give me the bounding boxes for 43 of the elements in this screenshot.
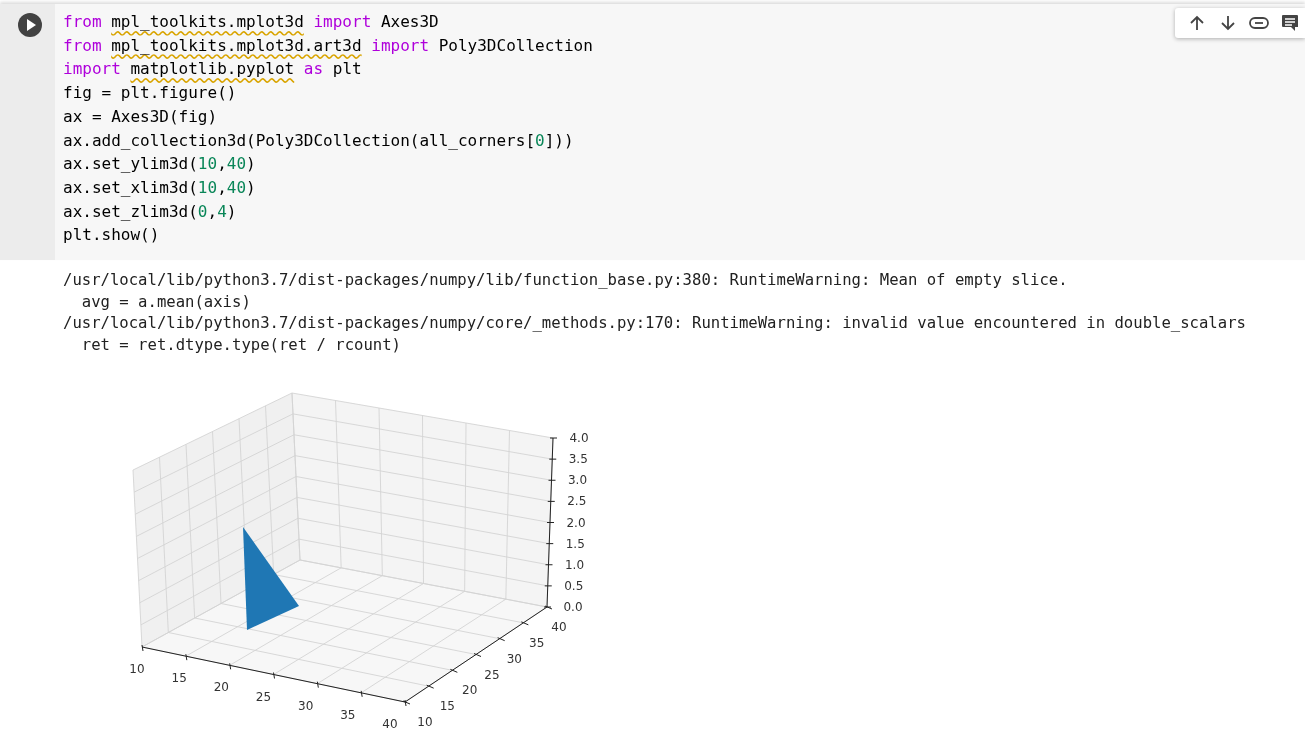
output-line: avg = a.mean(axis) — [80, 291, 252, 313]
tick-label: 35 — [340, 707, 356, 722]
code-line: import matplotlib.pyplot as plt — [63, 58, 363, 81]
code-line: ax.set_xlim3d(10,40) — [63, 176, 257, 199]
tick-label: 2.5 — [567, 494, 587, 509]
tick-label: 20 — [213, 680, 229, 695]
tick-label: 3.0 — [567, 473, 588, 488]
code-line: ax = Axes3D(fig) — [63, 105, 219, 128]
tick-label: 2.0 — [566, 515, 586, 530]
tick-label: 30 — [298, 698, 314, 713]
play-icon — [26, 19, 36, 31]
tick-label: 1.0 — [564, 557, 585, 572]
code-line: from mpl_toolkits.mplot3d import Axes3D — [63, 11, 440, 33]
tick-label: 40 — [551, 620, 567, 634]
output-line: /usr/local/lib/python3.7/dist-packages/numpy/lib/function_base.py:380: RuntimeWarning: Mean of empty slice. — [63, 270, 1069, 291]
tick-label: 15 — [171, 671, 187, 686]
tick-label: 0.0 — [563, 600, 583, 614]
tick-label: 0.5 — [564, 578, 584, 593]
arrow-up-icon — [1188, 15, 1205, 31]
code-line: ax.add_collection3d(Poly3DCollection(all_corners[0])) — [63, 129, 575, 152]
output-line: ret = ret.dtype.type(ret / rcount) — [80, 334, 402, 356]
tick-label: 1.5 — [565, 536, 585, 551]
code-line: from mpl_toolkits.mplot3d.art3d import Poly3DCollection — [63, 34, 593, 57]
tick-label: 4.0 — [569, 431, 589, 445]
tick-label: 35 — [529, 635, 545, 650]
code-line: plt.show() — [63, 224, 161, 247]
comment-icon — [1280, 14, 1299, 32]
tick-label: 20 — [462, 683, 478, 698]
tick-label: 25 — [484, 667, 500, 682]
run-button[interactable] — [17, 13, 42, 37]
output-line: /usr/local/lib/python3.7/dist-packages/numpy/core/_methods.py:170: RuntimeWarning: invalid value encountered in double_scalars — [63, 313, 1247, 334]
tick-label: 40 — [382, 717, 398, 731]
link-icon — [1248, 17, 1269, 29]
code-line: ax.set_zlim3d(0,4) — [63, 200, 238, 223]
code-line: fig = plt.figure() — [63, 82, 238, 105]
tick-label: 30 — [506, 651, 522, 666]
tick-label: 3.5 — [568, 452, 588, 467]
tick-label: 10 — [129, 662, 145, 676]
tick-label: 25 — [255, 689, 272, 704]
tick-label: 15 — [439, 699, 455, 714]
code-line: ax.set_ylim3d(10,40) — [63, 153, 257, 176]
tick-label: 10 — [417, 715, 433, 729]
arrow-down-icon — [1219, 15, 1236, 31]
